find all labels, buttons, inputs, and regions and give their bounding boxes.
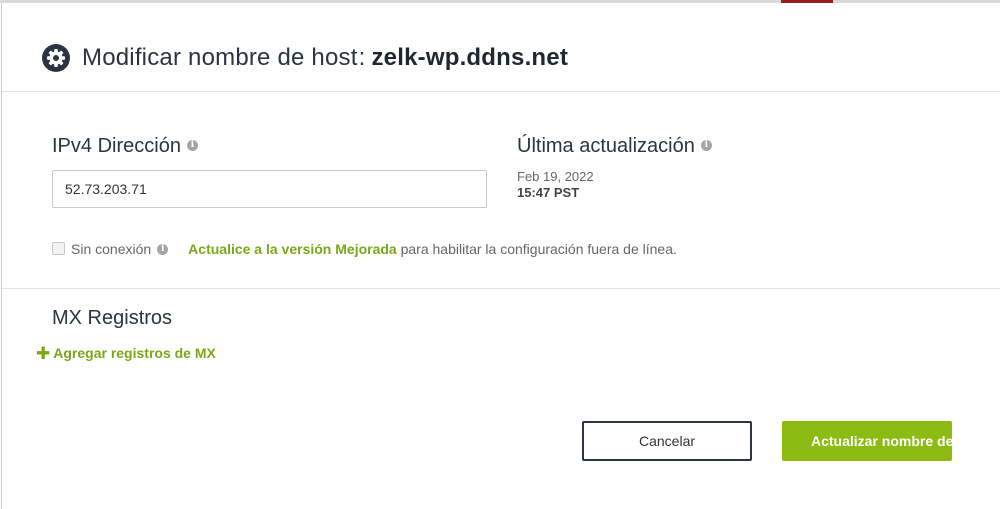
cancel-button[interactable]: Cancelar — [582, 421, 752, 461]
ipv4-label: IPv4 Dirección i — [52, 135, 198, 158]
dialog-title-colon: : — [358, 44, 366, 71]
dialog-header: Modificar nombre de host: zelk-wp.ddns.ne… — [2, 3, 1000, 92]
ipv4-label-text: IPv4 Dirección — [52, 135, 181, 157]
info-icon[interactable]: i — [186, 140, 198, 152]
last-update-date: Feb 19, 2022 — [517, 169, 594, 184]
offline-label: Sin conexión — [71, 241, 152, 257]
dialog-title: Modificar nombre de host: zelk-wp.ddns.ne… — [82, 44, 568, 72]
offline-checkbox[interactable] — [52, 241, 65, 255]
dialog-title-prefix: Modificar nombre de host — [82, 44, 358, 71]
last-update-time: 15:47 PST — [517, 185, 580, 200]
update-hostname-button[interactable]: Actualizar nombre de host — [782, 421, 952, 461]
mx-records-title: MX Registros — [52, 307, 173, 329]
upgrade-link[interactable]: Actualice a la versión Mejorada — [188, 241, 397, 257]
upgrade-description: para habilitar la configuración fuera de… — [400, 241, 677, 257]
offline-row: Sin conexión i Actualice a la versión Mejo… — [52, 241, 677, 257]
plus-icon: ✚ — [36, 344, 51, 363]
edit-hostname-dialog: Modificar nombre de host: zelk-wp.ddns.ne… — [1, 3, 1000, 509]
info-icon[interactable]: i — [700, 140, 712, 152]
info-icon[interactable]: i — [157, 243, 169, 255]
last-update-label: Última actualización i — [517, 135, 712, 158]
dialog-title-hostname: zelk-wp.ddns.net — [371, 44, 569, 71]
ipv4-address-input[interactable] — [52, 170, 487, 208]
gear-icon — [42, 44, 70, 72]
add-mx-records-label: Agregar registros de MX — [53, 345, 216, 361]
section-divider — [2, 288, 1000, 289]
last-update-label-text: Última actualización — [517, 135, 695, 157]
add-mx-records-link[interactable]: ✚ Agregar registros de MX — [36, 343, 216, 363]
